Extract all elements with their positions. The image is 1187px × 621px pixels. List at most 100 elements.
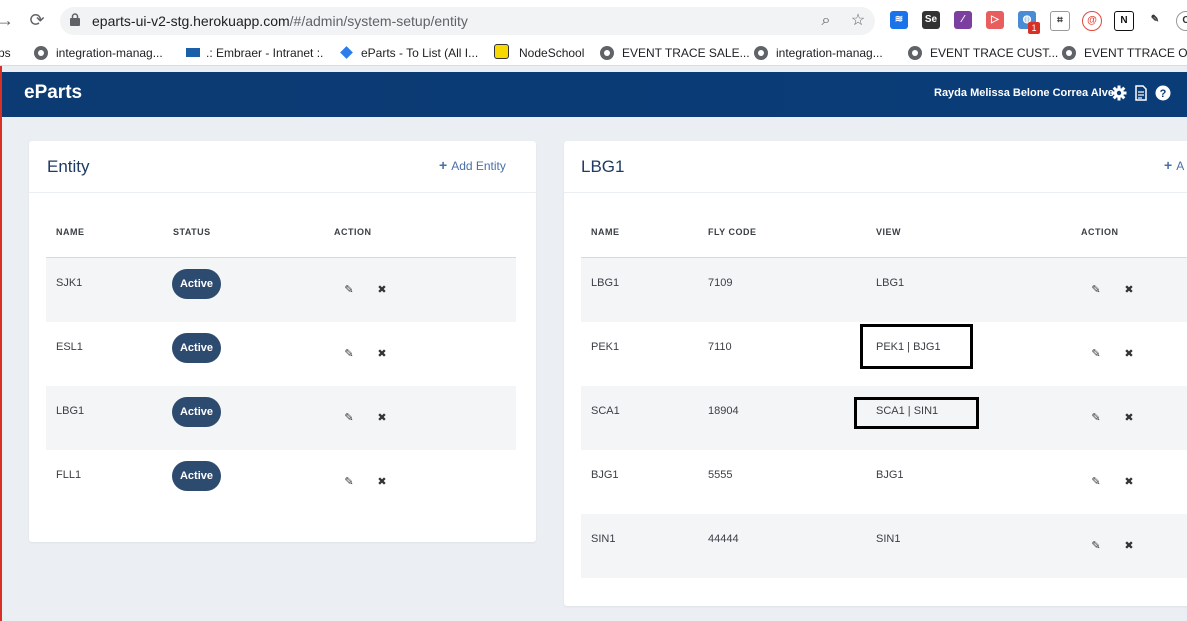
screenshot-icon[interactable]: ⌗ <box>1050 11 1070 31</box>
plus-icon: + <box>439 157 448 173</box>
status-badge: Active <box>172 269 221 299</box>
delete-icon[interactable]: ✖ <box>376 476 388 488</box>
bookmark-apps[interactable]: ps <box>0 44 11 62</box>
eyedropper-icon[interactable]: ✎ <box>1146 11 1164 29</box>
divider <box>29 192 536 193</box>
entity-name: SJK1 <box>56 277 83 289</box>
edit-icon[interactable]: ✎ <box>1090 348 1102 360</box>
gear-icon[interactable] <box>1111 85 1127 101</box>
bookmarks-bar: ps integration-manag... .: Embraer - Int… <box>0 41 1187 66</box>
delete-icon[interactable]: ✖ <box>376 348 388 360</box>
status-badge: Active <box>172 333 221 363</box>
table-row[interactable]: LBG1 Active ✎ ✖ <box>46 386 516 450</box>
highlight-box <box>854 397 979 429</box>
row-view: LBG1 <box>876 277 905 289</box>
status-badge: Active <box>172 461 221 491</box>
column-header-status: STATUS <box>173 227 211 237</box>
table-row[interactable]: LBG1 7109 LBG1 ✎ ✖ <box>581 258 1187 322</box>
edit-icon[interactable]: ✎ <box>343 476 355 488</box>
edit-icon[interactable]: ✎ <box>343 284 355 296</box>
bookmark-nodeschool[interactable]: NodeSchool <box>494 44 584 62</box>
card-title: LBG1 <box>581 157 625 176</box>
app-header: eParts Rayda Melissa Belone Correa Alves… <box>2 72 1187 117</box>
entity-detail-card: LBG1 + A NAME FLY CODE VIEW ACTION LBG1 7… <box>564 141 1187 606</box>
document-icon[interactable] <box>1133 85 1149 101</box>
delete-icon[interactable]: ✖ <box>1123 476 1135 488</box>
add-entity-button[interactable]: + Add Entity <box>439 157 506 173</box>
diamond-icon <box>340 46 353 59</box>
help-icon[interactable]: ? <box>1155 85 1171 101</box>
delete-icon[interactable]: ✖ <box>1123 284 1135 296</box>
reload-icon[interactable]: ⟳ <box>26 9 48 31</box>
edit-icon[interactable]: ✎ <box>343 412 355 424</box>
edit-icon[interactable]: ✎ <box>1090 540 1102 552</box>
delete-icon[interactable]: ✖ <box>1123 348 1135 360</box>
row-fly-code: 7110 <box>708 341 732 353</box>
edit-icon[interactable]: ✎ <box>1090 284 1102 296</box>
table-row[interactable]: BJG1 5555 BJG1 ✎ ✖ <box>581 450 1187 514</box>
column-header-action: ACTION <box>1081 227 1119 237</box>
globe-icon <box>600 46 614 60</box>
notion-icon[interactable]: N <box>1114 11 1134 31</box>
delete-icon[interactable]: ✖ <box>376 284 388 296</box>
hexagon-icon <box>494 44 509 59</box>
bookmark-event-trace-cust[interactable]: EVENT TRACE CUST... <box>908 44 1058 62</box>
delete-icon[interactable]: ✖ <box>1123 540 1135 552</box>
column-header-action: ACTION <box>334 227 372 237</box>
extension-wave-icon[interactable]: ≋ <box>890 11 908 29</box>
entity-card: Entity + Add Entity NAME STATUS ACTION SJ… <box>29 141 536 542</box>
profile-icon[interactable]: C <box>1176 11 1187 31</box>
sap-icon <box>186 48 200 57</box>
globe-icon <box>754 46 768 60</box>
user-name: Rayda Melissa Belone Correa Alves <box>934 87 1121 99</box>
app-viewport: eParts Rayda Melissa Belone Correa Alves… <box>0 66 1187 621</box>
delete-icon[interactable]: ✖ <box>376 412 388 424</box>
bookmark-eparts-list[interactable]: eParts - To List (All I... <box>340 44 478 62</box>
table-row[interactable]: FLL1 Active ✎ ✖ <box>46 450 516 514</box>
plus-icon: + <box>1164 157 1173 173</box>
row-fly-code: 44444 <box>708 533 739 545</box>
row-view: BJG1 <box>876 469 904 481</box>
svg-text:?: ? <box>1160 88 1167 100</box>
globe-icon <box>908 46 922 60</box>
edit-icon[interactable]: ✎ <box>1090 412 1102 424</box>
feather-icon[interactable]: ⁄ <box>954 11 972 29</box>
row-fly-code: 7109 <box>708 277 733 289</box>
add-item-button[interactable]: + A <box>1164 157 1184 173</box>
bookmark-event-trace-ord[interactable]: EVENT TTRACE Ord <box>1062 44 1187 62</box>
row-fly-code: 18904 <box>708 405 739 417</box>
table-row[interactable]: ESL1 Active ✎ ✖ <box>46 322 516 386</box>
edit-icon[interactable]: ✎ <box>343 348 355 360</box>
divider <box>564 192 1187 193</box>
brand-logo[interactable]: eParts <box>24 82 82 104</box>
column-header-name: NAME <box>591 227 620 237</box>
bookmark-embraer[interactable]: .: Embraer - Intranet :. <box>186 44 323 62</box>
globe-icon <box>1062 46 1076 60</box>
row-fly-code: 5555 <box>708 469 733 481</box>
star-icon[interactable]: ☆ <box>848 11 868 31</box>
row-name: LBG1 <box>591 277 620 289</box>
selenium-icon[interactable]: Se <box>922 11 940 29</box>
address-bar[interactable]: eparts-ui-v2-stg.herokuapp.com/#/admin/s… <box>60 7 875 35</box>
edit-icon[interactable]: ✎ <box>1090 476 1102 488</box>
forward-arrow-icon[interactable]: → <box>0 9 16 31</box>
spiral-icon[interactable]: @ <box>1082 11 1102 31</box>
record-icon[interactable]: ▷ <box>986 11 1004 29</box>
bookmark-integration-2[interactable]: integration-manag... <box>754 44 883 62</box>
table-row[interactable]: SJK1 Active ✎ ✖ <box>46 258 516 322</box>
bookmark-integration-1[interactable]: integration-manag... <box>34 44 163 62</box>
entity-name: FLL1 <box>56 469 82 481</box>
delete-icon[interactable]: ✖ <box>1123 412 1135 424</box>
bookmark-event-trace-sale[interactable]: EVENT TRACE SALE... <box>600 44 750 62</box>
row-name: SCA1 <box>591 405 620 417</box>
entity-name: LBG1 <box>56 405 85 417</box>
table-row[interactable]: SIN1 44444 SIN1 ✎ ✖ <box>581 514 1187 578</box>
row-name: PEK1 <box>591 341 620 353</box>
column-header-view: VIEW <box>876 227 902 237</box>
url-text: eparts-ui-v2-stg.herokuapp.com/#/admin/s… <box>92 13 468 29</box>
extension-badge: 1 <box>1028 22 1040 34</box>
column-header-name: NAME <box>56 227 85 237</box>
globe-icon <box>34 46 48 60</box>
row-name: SIN1 <box>591 533 616 545</box>
zoom-icon[interactable]: ⌕ <box>816 11 836 31</box>
